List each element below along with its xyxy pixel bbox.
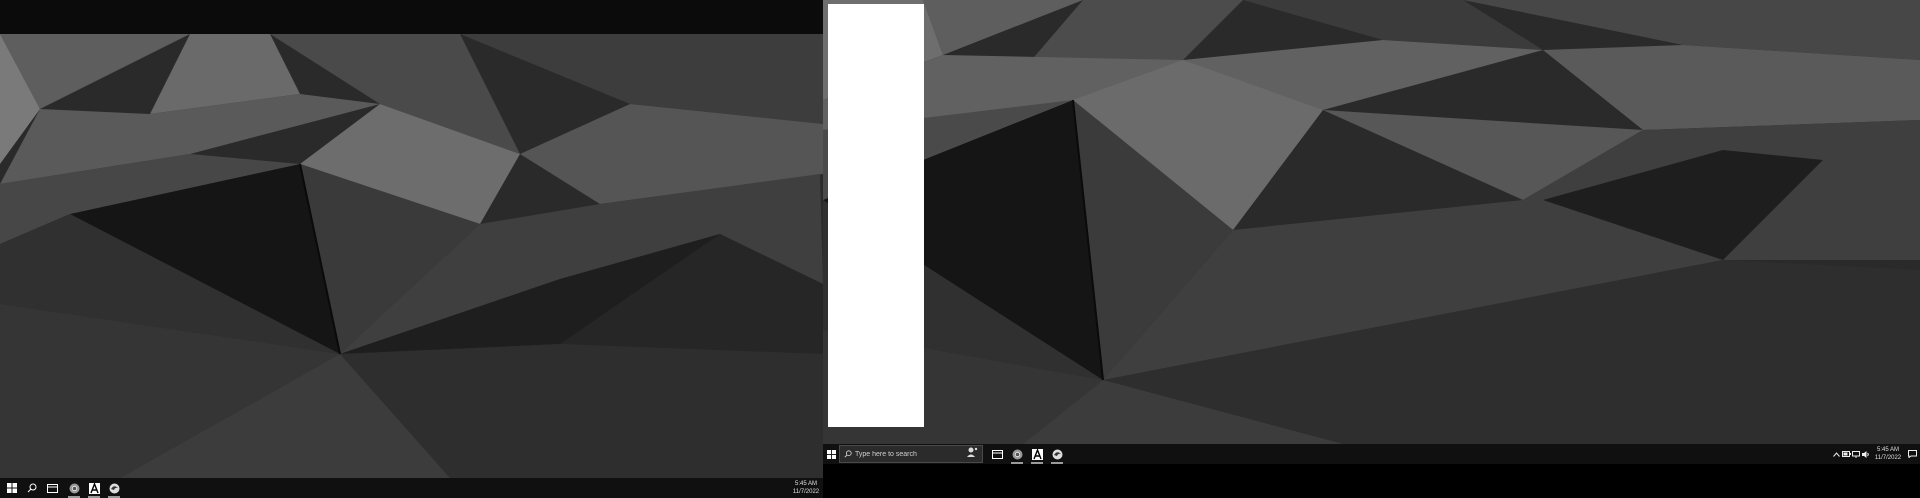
clock-time: 5:45 AM — [1876, 447, 1899, 453]
screen-border — [823, 464, 1920, 498]
left-monitor: 5:45 AM 11/7/2022 — [0, 34, 823, 498]
assistant-icon[interactable] — [966, 445, 978, 463]
taskbar: 5:45 AM 11/7/2022 — [0, 478, 823, 498]
font-a-icon[interactable] — [1027, 444, 1047, 464]
task-view-icon[interactable] — [42, 478, 62, 498]
clock[interactable]: 5:45 AM 11/7/2022 — [791, 480, 821, 496]
task-view-icon[interactable] — [987, 444, 1007, 464]
clock-date: 11/7/2022 — [1874, 455, 1902, 461]
windows-start-icon[interactable] — [823, 444, 839, 464]
clock-time: 5:45 AM — [794, 481, 817, 487]
blank-window[interactable] — [828, 4, 924, 427]
taskbar: 5:45 AM 11/7/2022 — [823, 444, 1920, 464]
windows-start-icon[interactable] — [2, 478, 22, 498]
chrome-icon[interactable] — [1007, 444, 1027, 464]
right-monitor: 5:45 AM 11/7/2022 — [823, 0, 1920, 464]
browser-icon[interactable] — [104, 478, 124, 498]
chevron-up-icon[interactable] — [1831, 444, 1841, 464]
font-a-icon[interactable] — [84, 478, 104, 498]
search-icon — [844, 445, 852, 463]
search-icon[interactable] — [22, 478, 42, 498]
clock[interactable]: 5:45 AM 11/7/2022 — [1873, 446, 1903, 462]
wallpaper — [0, 34, 823, 478]
clock-date: 11/7/2022 — [792, 489, 820, 495]
network-icon[interactable] — [1851, 444, 1861, 464]
chrome-icon[interactable] — [64, 478, 84, 498]
volume-icon[interactable] — [1861, 444, 1871, 464]
battery-icon[interactable] — [1841, 444, 1851, 464]
search-box[interactable] — [839, 445, 983, 463]
notification-icon[interactable] — [1905, 444, 1919, 464]
browser-icon[interactable] — [1047, 444, 1067, 464]
wallpaper — [823, 0, 1920, 444]
search-input[interactable] — [852, 450, 955, 458]
